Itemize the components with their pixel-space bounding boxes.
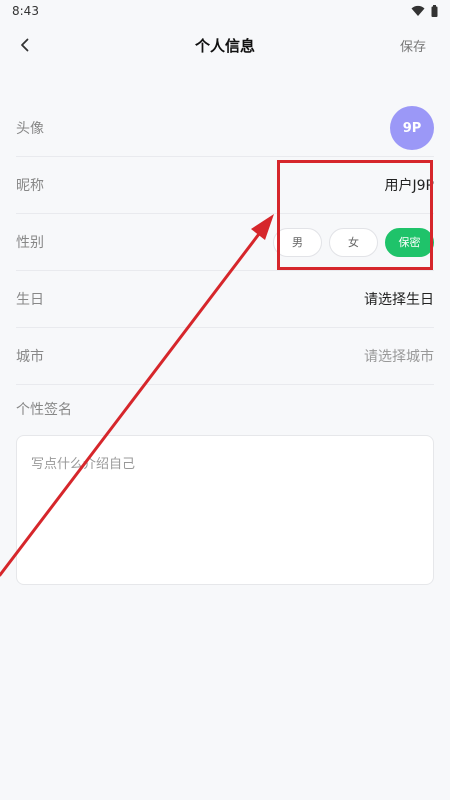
signature-label: 个性签名 [16,402,72,418]
city-row[interactable]: 城市 请选择城市 [16,328,434,385]
status-time: 8:43 [12,4,39,18]
save-button[interactable]: 保存 [400,36,426,55]
avatar-row[interactable]: 头像 9P [16,100,434,157]
chevron-left-icon [21,38,29,52]
gender-label: 性别 [16,235,44,251]
status-bar: 8:43 [0,0,450,22]
status-icons [411,5,438,17]
avatar-label: 头像 [16,121,44,137]
signature-input[interactable]: 写点什么介绍自己 [16,435,434,585]
city-value[interactable]: 请选择城市 [364,346,434,366]
birthday-value[interactable]: 请选择生日 [364,289,434,309]
annotation-highlight-box [277,160,433,270]
wifi-icon [411,5,425,16]
nickname-label: 昵称 [16,178,44,194]
birthday-label: 生日 [16,292,44,308]
birthday-row[interactable]: 生日 请选择生日 [16,271,434,328]
battery-icon [431,5,438,17]
page-title: 个人信息 [194,36,255,55]
nav-bar: 个人信息 保存 [0,22,450,68]
avatar[interactable]: 9P [390,106,434,150]
back-button[interactable] [10,30,40,60]
city-label: 城市 [16,349,44,365]
